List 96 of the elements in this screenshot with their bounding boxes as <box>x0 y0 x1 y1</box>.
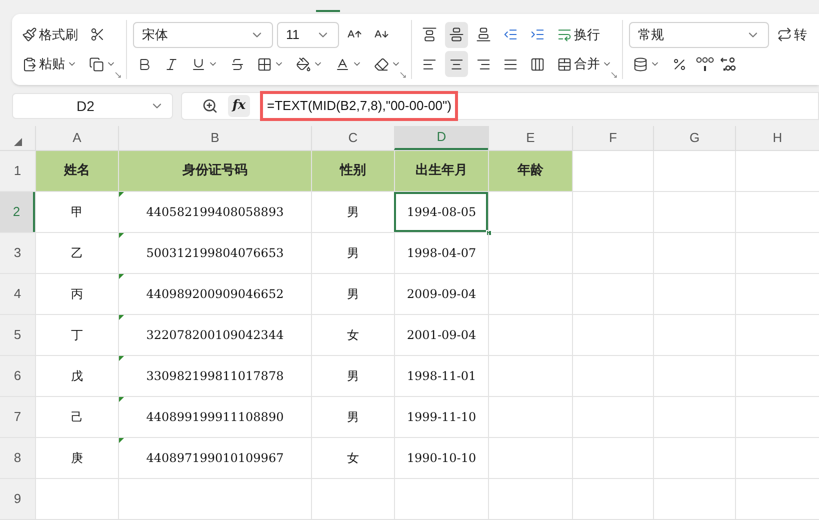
border-icon <box>257 56 272 72</box>
table-cell-text: 1998-04-07 <box>406 245 476 262</box>
column-header[interactable]: G <box>653 126 735 150</box>
table-cell-text: 500312199804076653 <box>146 245 284 262</box>
underline-icon <box>191 56 206 72</box>
toolbar-button[interactable]: 格式刷 <box>18 22 82 48</box>
percent-icon <box>672 56 687 72</box>
row-header[interactable]: 6 <box>0 356 35 396</box>
eraser-icon <box>374 56 389 72</box>
toolbar-button[interactable]: 转 <box>773 22 811 48</box>
fill-bucket-icon <box>296 56 311 72</box>
column-title: 姓名 <box>64 162 90 180</box>
active-tab-indicator <box>316 10 340 12</box>
column-header[interactable]: H <box>735 126 819 150</box>
column-header[interactable]: D <box>394 126 488 150</box>
table-cell-text: 2009-09-04 <box>406 286 476 303</box>
align-left-icon <box>422 56 437 72</box>
table-cell-text: 440899199911108890 <box>146 409 284 426</box>
table-cell-text: 男 <box>347 409 359 426</box>
column-header[interactable]: F <box>572 126 653 150</box>
align-center-button[interactable] <box>445 51 468 78</box>
outdent-icon <box>503 27 518 42</box>
italic-icon <box>164 56 179 72</box>
table-cell-text: 440582199408058893 <box>146 204 284 221</box>
row-header[interactable]: 5 <box>0 315 35 355</box>
font-color-icon <box>335 56 350 72</box>
table-cell-text: 男 <box>347 286 359 303</box>
column-header[interactable]: E <box>488 126 572 150</box>
align-right-icon <box>476 56 491 72</box>
table-cell-text: 2001-09-04 <box>406 327 476 344</box>
align-middle-icon <box>449 27 464 42</box>
format-painter-icon <box>22 27 37 42</box>
table-cell-text: 甲 <box>71 204 83 221</box>
zoom-icon[interactable] <box>202 98 218 114</box>
row-header[interactable]: 4 <box>0 274 35 314</box>
row-header[interactable]: 3 <box>0 233 35 273</box>
table-cell-text: 己 <box>71 409 83 426</box>
table-cell-text: 1998-11-01 <box>406 368 476 385</box>
table-cell-text: 女 <box>347 327 359 344</box>
table-cell-text: 330982199811017878 <box>146 368 284 385</box>
column-header[interactable]: B <box>118 126 311 150</box>
table-cell-text: 丁 <box>71 327 83 344</box>
dropdown-field[interactable]: 宋体 <box>133 22 273 48</box>
dialog-launcher-icon[interactable] <box>610 71 618 79</box>
align-center-icon <box>449 56 464 72</box>
toolbar-button[interactable]: 粘贴 <box>18 51 81 78</box>
name-box[interactable]: D2 <box>12 93 173 119</box>
copy-icon <box>89 56 104 72</box>
toolbar-button[interactable]: 合并 <box>553 51 616 78</box>
table-cell-text: 庚 <box>71 450 83 467</box>
justify-icon <box>503 56 518 72</box>
formula-field[interactable]: =TEXT(MID(B2,7,8),"00-00-00") <box>260 91 458 121</box>
stack-icon <box>633 56 648 72</box>
table-cell-text: 丙 <box>71 286 83 303</box>
indent-icon <box>530 27 545 42</box>
column-title: 身份证号码 <box>182 162 248 180</box>
distribute-icon <box>530 56 545 72</box>
table-cell-text: 322078200109042344 <box>146 327 284 344</box>
decimal-places-icon <box>719 55 737 74</box>
merge-cells-icon <box>557 56 572 72</box>
table-cell-text: 1990-10-10 <box>406 450 476 467</box>
thousands-separator-icon <box>695 55 715 74</box>
scissors-icon <box>90 27 105 42</box>
table-cell-text: 440989200909046652 <box>146 286 284 303</box>
column-title: 出生年月 <box>416 162 468 180</box>
convert-icon <box>777 27 792 42</box>
function-button[interactable]: fx <box>228 95 250 117</box>
dialog-launcher-icon[interactable] <box>114 71 122 79</box>
align-top-icon <box>422 27 437 42</box>
row-header[interactable]: 2 <box>0 192 35 232</box>
table-cell-text: 男 <box>347 245 359 262</box>
table-cell-text: 1994-08-05 <box>406 204 476 221</box>
row-header[interactable]: 7 <box>0 397 35 437</box>
column-title: 性别 <box>340 162 366 180</box>
column-title: 年龄 <box>518 162 544 180</box>
table-cell-text: 男 <box>347 204 359 221</box>
table-cell-text: 女 <box>347 450 359 467</box>
table-cell-text: 440897199010109967 <box>146 450 284 467</box>
wrap-text-icon <box>557 27 572 42</box>
table-cell-text: 1999-11-10 <box>406 409 476 426</box>
clipboard-icon <box>22 56 37 72</box>
dropdown-field[interactable]: 11 <box>277 22 339 48</box>
row-header[interactable]: 8 <box>0 438 35 478</box>
toolbar-button[interactable]: 换行 <box>553 22 604 48</box>
table-cell-text: 戊 <box>71 368 83 385</box>
row-header[interactable]: 9 <box>0 479 35 519</box>
align-bottom-icon <box>476 27 491 42</box>
dropdown-field[interactable]: 常规 <box>629 22 769 48</box>
strikethrough-icon <box>230 56 245 72</box>
row-header[interactable]: 1 <box>0 151 35 191</box>
dialog-launcher-icon[interactable] <box>399 71 407 79</box>
select-all-icon[interactable] <box>14 138 22 146</box>
table-cell-text: 乙 <box>71 245 83 262</box>
column-header[interactable]: A <box>35 126 118 150</box>
align-middle-button[interactable] <box>445 22 468 48</box>
table-cell-text: 男 <box>347 368 359 385</box>
